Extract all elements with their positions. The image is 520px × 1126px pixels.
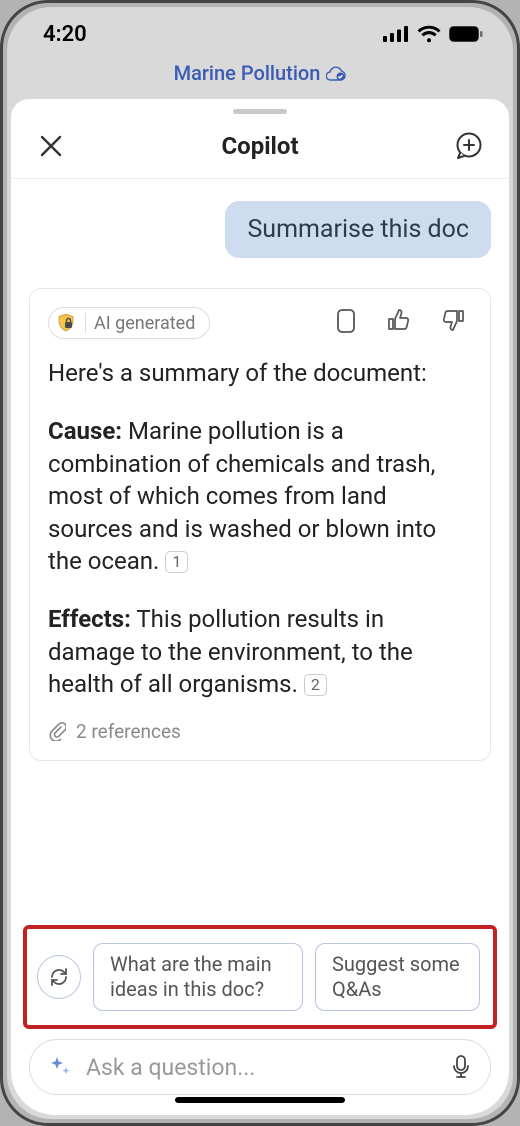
ai-section-heading: Cause: [48,417,122,445]
copy-button[interactable] [334,307,358,339]
ai-chip-label: AI generated [94,313,195,334]
close-button[interactable] [33,128,69,164]
suggestion-chip[interactable]: What are the main ideas in this doc? [93,943,303,1011]
status-bar: 4:20 [7,7,513,61]
sheet-header: Copilot [11,114,509,179]
chat-body: Summarise this doc AI generated [11,179,509,917]
paperclip-icon [48,721,66,741]
citation-badge[interactable]: 2 [304,674,327,696]
thumbs-up-icon [386,307,412,333]
new-chat-button[interactable] [451,128,487,164]
suggestion-row[interactable]: What are the main ideas in this doc? Sug… [93,943,483,1011]
battery-icon [449,26,483,42]
thumbs-down-icon [440,307,466,333]
refresh-suggestions-button[interactable] [37,955,81,999]
references-link[interactable]: 2 references [48,719,472,745]
home-indicator[interactable] [175,1097,345,1103]
status-indicators [383,25,483,43]
cellular-icon [383,26,409,42]
ai-section-cause: Cause: Marine pollution is a combination… [48,415,472,577]
references-label: 2 references [76,719,181,745]
ai-intro: Here's a summary of the document: [48,357,472,389]
sparkle-icon [48,1055,72,1079]
thumbs-down-button[interactable] [440,307,466,339]
suggestion-chip[interactable]: Suggest some Q&As [315,943,480,1011]
citation-badge[interactable]: 1 [165,551,188,573]
ai-section-effects: Effects: This pollution results in damag… [48,603,472,700]
cloud-sync-icon [326,65,346,81]
wifi-icon [417,25,441,43]
copy-icon [334,307,358,335]
suggestions-highlight: What are the main ideas in this doc? Sug… [23,925,497,1029]
status-time: 4:20 [43,22,87,47]
ai-section-heading: Effects: [48,605,131,633]
thumbs-up-button[interactable] [386,307,412,339]
shield-icon [55,312,77,334]
copilot-sheet: Copilot Summarise this doc AI generated [11,99,509,1115]
user-message-bubble: Summarise this doc [225,201,491,258]
ai-text: Here's a summary of the document: Cause:… [48,357,472,744]
document-title-bar: Marine Pollution [7,61,513,103]
document-title[interactable]: Marine Pollution [174,61,321,85]
ai-generated-chip[interactable]: AI generated [48,307,210,339]
question-input[interactable]: Ask a question... [86,1054,436,1081]
ai-actions [334,307,472,339]
close-icon [38,133,64,159]
microphone-icon[interactable] [450,1054,472,1080]
refresh-icon [48,966,70,988]
question-input-bar[interactable]: Ask a question... [29,1039,491,1095]
ai-response-card: AI generated He [29,288,491,761]
sheet-title: Copilot [11,132,509,160]
chat-plus-icon [454,131,484,161]
